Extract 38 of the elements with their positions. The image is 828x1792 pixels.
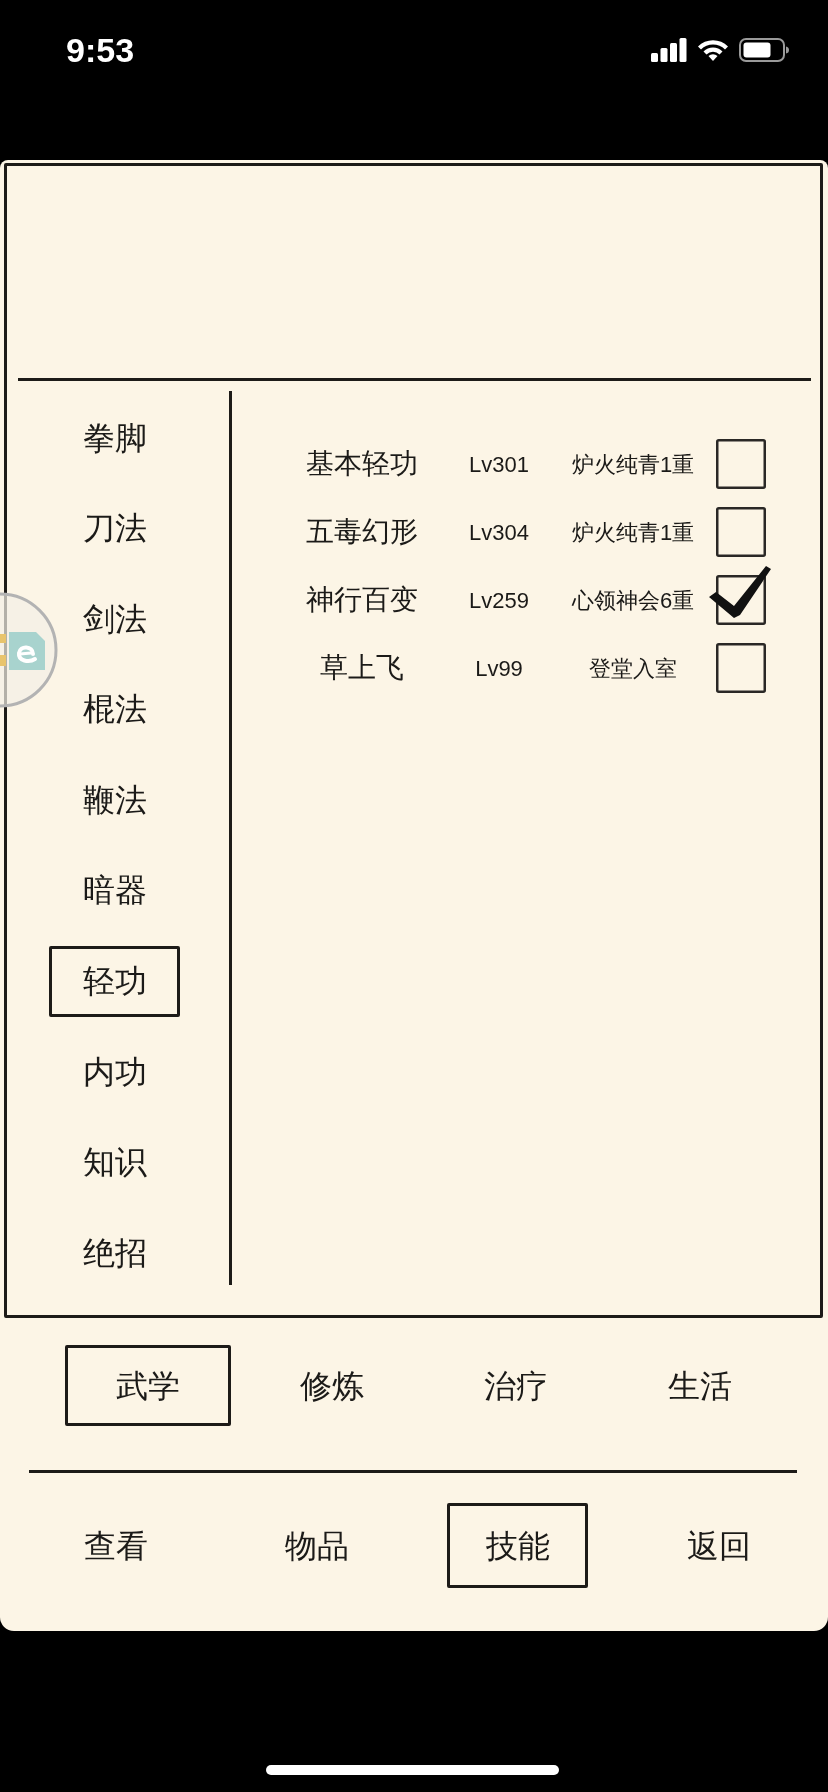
skill-name: 基本轻功: [305, 447, 419, 481]
wifi-icon: [697, 39, 729, 61]
category-tab[interactable]: 剑法: [80, 583, 149, 655]
checkbox[interactable]: [716, 507, 766, 557]
category-tab[interactable]: 鞭法: [80, 764, 149, 836]
category-tab[interactable]: 内功: [80, 1036, 149, 1108]
status-time: 9:53: [66, 33, 135, 67]
nav-tab[interactable]: 物品: [246, 1503, 387, 1588]
skill-name: 神行百变: [305, 583, 419, 617]
category-tab[interactable]: 拳脚: [80, 402, 149, 473]
signal-icon: [651, 38, 687, 62]
nav-tab[interactable]: 返回: [648, 1503, 789, 1588]
category-tab[interactable]: 暗器: [80, 854, 149, 926]
skill-realm: 炉火纯青1重: [571, 450, 695, 479]
skill-level: Lv304: [468, 518, 530, 547]
category-tab[interactable]: 知识: [80, 1126, 149, 1198]
skill-realm: 心领神会6重: [571, 586, 695, 615]
skill-type-tab[interactable]: 生活: [617, 1345, 783, 1426]
category-tab[interactable]: 棍法: [80, 673, 149, 745]
category-tab[interactable]: 刀法: [80, 492, 149, 564]
skill-level: Lv99: [474, 654, 524, 683]
skill-name: 五毒幻形: [305, 515, 419, 549]
checkbox[interactable]: [716, 439, 766, 489]
nav-tab[interactable]: 查看: [45, 1503, 186, 1588]
skill-type-tab[interactable]: 治疗: [433, 1345, 599, 1426]
category-tab[interactable]: 轻功: [49, 945, 180, 1017]
category-tab[interactable]: 绝招: [80, 1217, 149, 1289]
skill-level: Lv259: [468, 586, 530, 615]
skill-realm: 炉火纯青1重: [571, 518, 695, 547]
skill-realm: 登堂入室: [589, 654, 677, 683]
battery-icon: [739, 38, 789, 62]
skill-name: 草上飞: [319, 651, 405, 685]
skill-type-tab[interactable]: 武学: [65, 1345, 231, 1426]
skill-level: Lv301: [468, 450, 530, 479]
nav-tab[interactable]: 技能: [447, 1503, 588, 1588]
checkbox[interactable]: [709, 566, 771, 625]
checkbox[interactable]: [716, 643, 766, 693]
skill-type-tab[interactable]: 修炼: [249, 1345, 415, 1426]
